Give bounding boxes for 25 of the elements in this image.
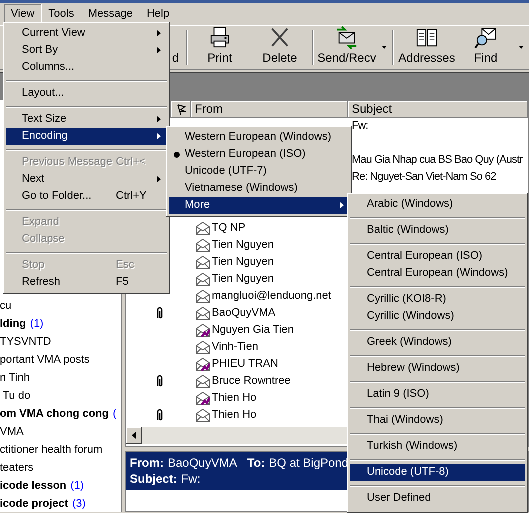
unread-count: (3) (72, 496, 86, 512)
subject-cell-text: Fw: (351, 119, 368, 134)
sender-cell-text: TQ NP (211, 221, 246, 236)
sender-cell-text: Tien Nguyen (211, 255, 274, 270)
sender-cell-text: Bruce Rowntree (211, 374, 291, 390)
sender-cell-text: PHIEU TRAN (211, 357, 278, 372)
from-value: BaoQuyVMA (168, 455, 238, 471)
sender-cell-text: mangluoi@lenduong.net (211, 289, 332, 304)
unread-count: ( (112, 406, 117, 422)
subject-value: Fw: (181, 471, 201, 487)
from-label: From: (130, 455, 164, 471)
sender-cell-text: Vinh-Tien (211, 340, 258, 356)
subject-label: Subject: (130, 471, 178, 487)
sender-cell-text: Tien Nguyen (211, 272, 274, 288)
unread-count: (1) (70, 478, 84, 494)
subject-cell-text: Re: Nguyet-San Viet-Nam So 62 (351, 170, 496, 186)
subject-cell-text: Mau Gia Nhap cua BS Bao Quy (Austr (351, 153, 523, 168)
sender-cell-text: Nguyen Gia Tien (211, 323, 294, 338)
sender-cell-text: Tien Nguyen (211, 238, 274, 254)
to-value: BQ at BigPond (269, 455, 349, 471)
sender-cell-text: BaoQuyVMA (211, 306, 276, 322)
unread-count: (1) (30, 316, 44, 332)
to-label: To: (247, 455, 266, 471)
sender-cell-text: Thien Ho (211, 408, 257, 424)
sender-cell-text: Thien Ho (211, 391, 257, 406)
